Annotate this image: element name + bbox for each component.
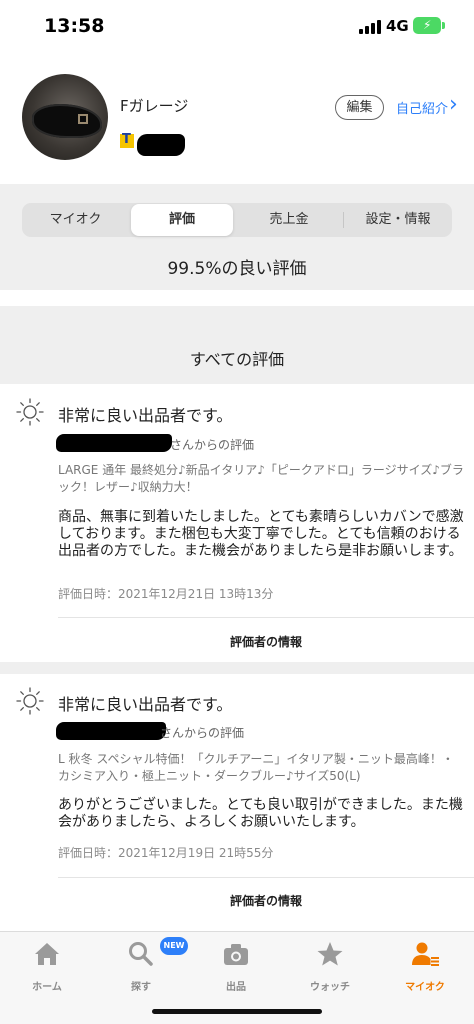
rater-info-button[interactable]: 評価者の情報 xyxy=(58,892,474,909)
nav-myauction[interactable]: マイオク xyxy=(378,940,472,993)
profile-header: Fガレージ 編集 自己紹介 › xyxy=(0,54,474,184)
review-comment: ありがとうございました。とても良い取引ができました。また機会がありましたら、よろ… xyxy=(58,797,463,830)
tab-area: マイオク 評価 売上金 設定・情報 99.5%の良い評価 xyxy=(0,184,474,290)
tab-ratings[interactable]: 評価 xyxy=(131,204,233,236)
nav-label: 探す xyxy=(131,982,151,993)
search-icon xyxy=(129,942,153,966)
shoe-buckle xyxy=(78,114,88,124)
review-title: 非常に良い出品者です。 xyxy=(58,695,233,714)
star-icon xyxy=(317,942,343,966)
review-from: さんからの評価 xyxy=(160,726,245,740)
signal-icon xyxy=(359,20,381,34)
nav-label: マイオク xyxy=(405,982,445,993)
tab-divider xyxy=(343,212,344,228)
avatar[interactable] xyxy=(22,74,108,160)
self-intro-link[interactable]: 自己紹介 xyxy=(396,98,448,117)
battery-tip xyxy=(442,22,445,29)
redacted-reviewer xyxy=(56,434,172,452)
camera-icon xyxy=(224,944,248,965)
status-bar: 13:58 4G ⚡ xyxy=(0,0,474,54)
new-badge: NEW xyxy=(160,937,188,955)
tab-sales[interactable]: 売上金 xyxy=(238,204,340,236)
all-ratings-header: すべての評価 xyxy=(0,306,474,384)
home-icon xyxy=(35,943,59,965)
review-from: さんからの評価 xyxy=(170,438,255,452)
divider xyxy=(58,877,474,878)
t-point-icon xyxy=(120,132,134,148)
nav-label: ホーム xyxy=(32,982,62,993)
user-menu-icon xyxy=(412,942,439,966)
review-card: 非常に良い出品者です。 さんからの評価 LARGE 通年 最終処分♪新品イタリア… xyxy=(0,384,474,662)
redacted-reviewer xyxy=(56,722,166,740)
nav-home[interactable]: ホーム xyxy=(0,940,94,993)
all-ratings-title: すべての評価 xyxy=(189,350,285,369)
rater-info-button[interactable]: 評価者の情報 xyxy=(58,633,474,650)
review-card: 非常に良い出品者です。 さんからの評価 L 秋冬 スペシャル特価！「クルチアーニ… xyxy=(0,674,474,922)
home-indicator xyxy=(152,1009,322,1014)
nav-sell[interactable]: 出品 xyxy=(189,940,283,993)
rating-summary: 99.5%の良い評価 xyxy=(167,259,307,279)
chevron-right-icon[interactable]: › xyxy=(449,92,458,117)
divider xyxy=(58,617,474,618)
nav-label: ウォッチ xyxy=(310,982,350,993)
review-title: 非常に良い出品者です。 xyxy=(58,406,233,425)
review-date: 評価日時：2021年12月19日 21時55分 xyxy=(58,846,274,860)
review-comment: 商品、無事に到着いたしました。とても素晴らしいカバンで感激しております。また梱包… xyxy=(58,509,464,559)
network-type: 4G xyxy=(386,17,409,35)
edit-button[interactable]: 編集 xyxy=(335,95,384,120)
spacer xyxy=(0,290,474,306)
nav-label: 出品 xyxy=(226,982,246,993)
segmented-control: マイオク 評価 売上金 設定・情報 xyxy=(22,203,452,237)
sun-icon xyxy=(16,687,44,715)
section-separator xyxy=(0,662,474,674)
status-time: 13:58 xyxy=(44,15,105,37)
profile-name: Fガレージ xyxy=(120,97,189,115)
shoe-image xyxy=(32,104,102,138)
sun-icon xyxy=(16,398,44,426)
review-item-title[interactable]: LARGE 通年 最終処分♪新品イタリア♪「ピークアドロ」ラージサイズ♪ブラック… xyxy=(58,462,464,496)
review-date: 評価日時：2021年12月21日 13時13分 xyxy=(58,587,274,601)
tab-settings[interactable]: 設定・情報 xyxy=(346,204,450,236)
review-item-title[interactable]: L 秋冬 スペシャル特価！「クルチアーニ」イタリア製・ニット最高峰！・カシミア入… xyxy=(58,751,464,785)
redacted-user-id xyxy=(137,134,185,156)
tab-myauction[interactable]: マイオク xyxy=(24,204,127,236)
nav-watch[interactable]: ウォッチ xyxy=(283,940,377,993)
battery-icon: ⚡ xyxy=(413,17,441,34)
